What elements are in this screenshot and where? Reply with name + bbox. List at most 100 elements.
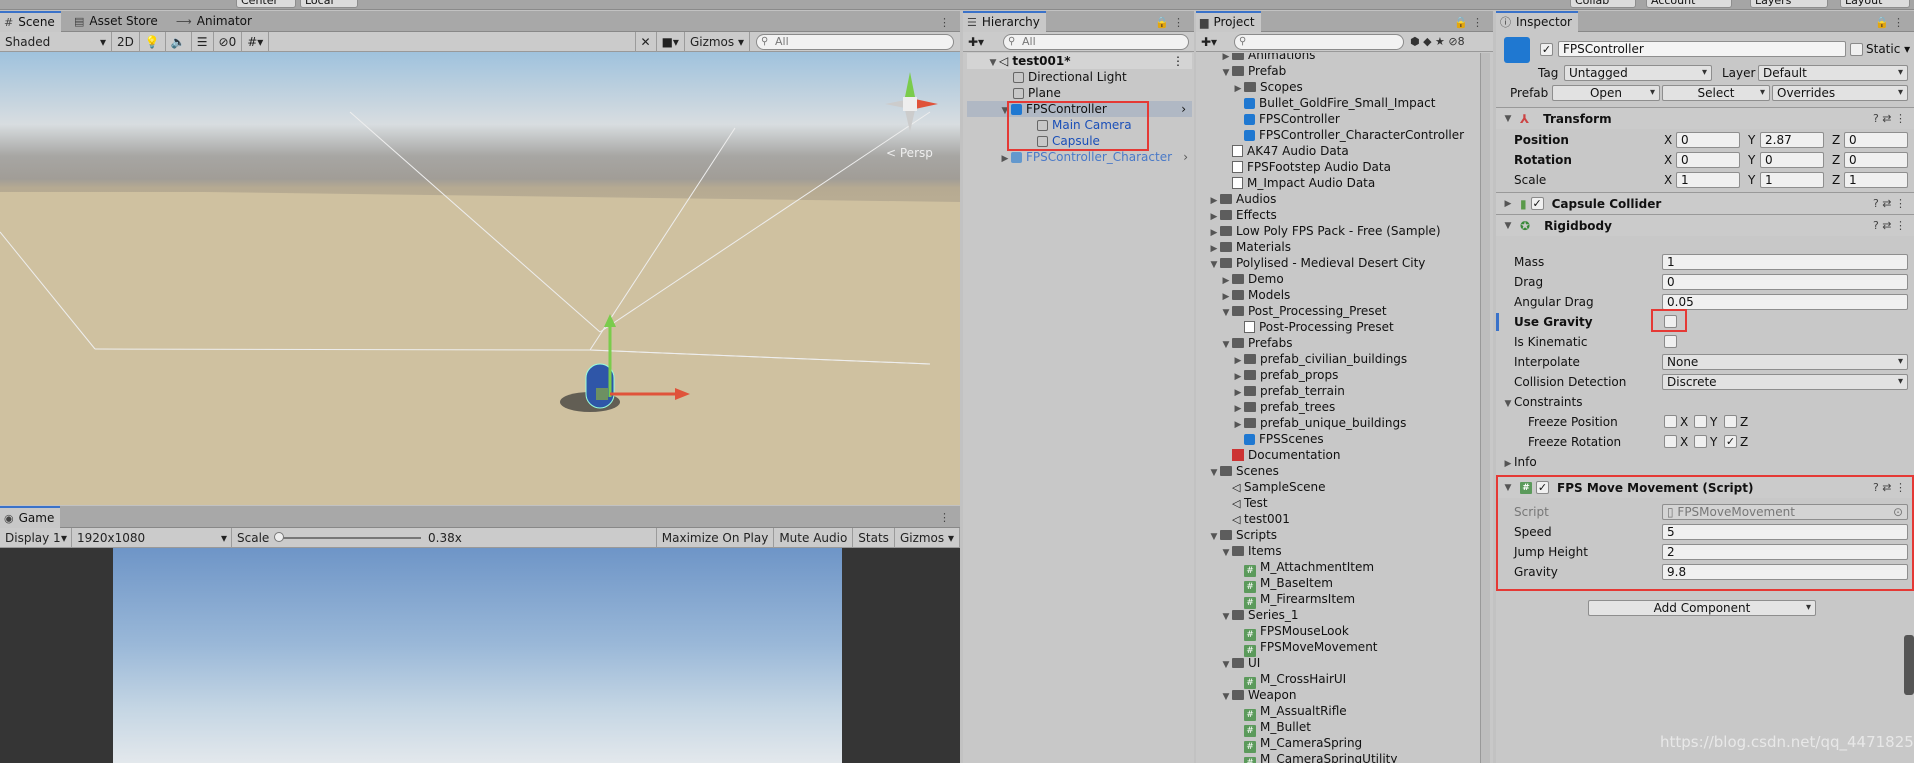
add-component-button[interactable]: Add Component [1588, 600, 1816, 616]
project-item[interactable]: ▶ Demo [1220, 271, 1284, 287]
hierarchy-item[interactable]: Directional Light [1013, 69, 1127, 85]
mute-audio-toggle[interactable]: Mute Audio [774, 527, 854, 548]
project-item[interactable]: ◁ test001 [1220, 511, 1290, 527]
hidden-objects-toggle[interactable]: ⊘0 [214, 31, 243, 52]
more-options-icon[interactable]: ⋮ [939, 16, 954, 29]
project-item[interactable]: ▼ Polylised - Medieval Desert City [1208, 255, 1426, 271]
scene-root-row[interactable]: ▼ ◁ test001* ⋮ [967, 53, 1192, 69]
expand-arrow-icon[interactable]: ▼ [1220, 689, 1232, 705]
project-item[interactable]: FPSController_CharacterController [1232, 127, 1464, 143]
capsule-collider-header[interactable]: ▶ ▮ ✓ Capsule Collider ? ⇄ ⋮ [1496, 192, 1914, 214]
scene-search-input[interactable]: ⚲ All [756, 33, 954, 50]
scale-y-field[interactable]: 1 [1760, 172, 1824, 188]
collision-detection-dropdown[interactable]: Discrete [1662, 374, 1908, 390]
tab-scene[interactable]: # Scene [0, 11, 61, 32]
component-menu-icon[interactable]: ? ⇄ ⋮ [1873, 197, 1906, 210]
interpolate-dropdown[interactable]: None [1662, 354, 1908, 370]
tab-hierarchy[interactable]: ☰ Hierarchy [963, 11, 1046, 32]
freeze-rot-x-checkbox[interactable] [1664, 435, 1677, 448]
project-item[interactable]: FPSFootstep Audio Data [1220, 159, 1391, 175]
project-scrollbar[interactable] [1480, 53, 1490, 763]
project-item[interactable]: ▼ Scripts [1208, 527, 1278, 543]
shading-mode-dropdown[interactable]: Shaded ▾ [0, 31, 112, 52]
orientation-gizmo[interactable] [880, 62, 940, 132]
is-kinematic-checkbox[interactable] [1664, 335, 1677, 348]
create-dropdown[interactable]: ✚▾ [1196, 32, 1222, 52]
expand-arrow-icon[interactable]: ▼ [1220, 65, 1232, 81]
freeze-pos-x-checkbox[interactable] [1664, 415, 1677, 428]
project-item[interactable]: FPSController [1232, 111, 1340, 127]
angular-drag-field[interactable]: 0.05 [1662, 294, 1908, 310]
resolution-dropdown[interactable]: 1920x1080 ▾ [72, 527, 232, 548]
freeze-rot-y-checkbox[interactable] [1694, 435, 1707, 448]
hierarchy-item[interactable]: ▶ FPSController_Character › [999, 149, 1192, 165]
tab-project[interactable]: ▆ Project [1196, 11, 1261, 32]
collab-button[interactable]: Collab [1570, 0, 1636, 8]
more-options-icon[interactable]: ⋮ [939, 511, 954, 524]
layers-button[interactable]: Layers [1750, 0, 1828, 8]
project-item[interactable]: # M_AssualtRifle [1232, 703, 1347, 721]
layer-dropdown[interactable]: Default [1758, 65, 1908, 81]
project-item[interactable]: Documentation [1220, 447, 1341, 463]
project-item[interactable]: ▼ Prefabs [1220, 335, 1293, 351]
project-item[interactable]: ▶ Audios [1208, 191, 1277, 207]
project-item[interactable]: ▼ Series_1 [1220, 607, 1299, 623]
game-viewport[interactable] [113, 548, 842, 763]
project-item[interactable]: # M_AttachmentItem [1232, 559, 1374, 577]
scale-z-field[interactable]: 1 [1844, 172, 1908, 188]
freeze-pos-z-checkbox[interactable] [1724, 415, 1737, 428]
scale-x-field[interactable]: 1 [1676, 172, 1740, 188]
project-item[interactable]: Post-Processing Preset [1232, 319, 1394, 335]
active-checkbox[interactable]: ✓ [1540, 43, 1553, 56]
project-item[interactable]: M_Impact Audio Data [1220, 175, 1375, 191]
project-item[interactable]: # M_BaseItem [1232, 575, 1333, 593]
project-item[interactable]: # FPSMouseLook [1232, 623, 1349, 641]
project-item[interactable]: # M_CameraSpringUtility [1232, 751, 1397, 763]
constraints-foldout[interactable]: ▼ Constraints [1502, 394, 1583, 410]
component-menu-icon[interactable]: ? ⇄ ⋮ [1873, 219, 1906, 232]
tag-dropdown[interactable]: Untagged [1564, 65, 1712, 81]
camera-icon[interactable]: ■▾ [657, 31, 685, 52]
effects-icon[interactable]: ☰ [192, 31, 214, 52]
stats-toggle[interactable]: Stats [853, 527, 895, 548]
project-item[interactable]: AK47 Audio Data [1220, 143, 1349, 159]
component-menu-icon[interactable]: ? ⇄ ⋮ [1873, 112, 1906, 125]
expand-arrow-icon[interactable]: ▼ [1220, 609, 1232, 625]
project-item[interactable]: ▼ UI [1220, 655, 1261, 671]
display-dropdown[interactable]: Display 1 ▾ [0, 527, 72, 548]
mass-field[interactable]: 1 [1662, 254, 1908, 270]
pivot-local-button[interactable]: Local [300, 0, 358, 8]
expand-arrow-icon[interactable]: ▼ [1220, 545, 1232, 561]
rigidbody-header[interactable]: ▼ ✪ Rigidbody ? ⇄ ⋮ [1496, 214, 1914, 236]
project-item[interactable]: ▶ prefab_trees [1232, 399, 1336, 415]
project-item[interactable]: ▶ Effects [1208, 207, 1277, 223]
expand-arrow-icon[interactable]: ▼ [1208, 465, 1220, 481]
expand-arrow-icon[interactable]: ▼ [1220, 305, 1232, 321]
tab-game[interactable]: ◉ Game [0, 506, 61, 528]
layout-button[interactable]: Layout [1840, 0, 1910, 8]
lock-icon[interactable]: 🔒⋮ [1155, 16, 1188, 29]
project-item[interactable]: ▼ Post_Processing_Preset [1220, 303, 1387, 319]
mode-2d-button[interactable]: 2D [112, 31, 140, 52]
audio-icon[interactable]: 🔈 [166, 31, 192, 52]
tab-inspector[interactable]: ⓘ Inspector [1496, 11, 1578, 32]
project-item[interactable]: FPSScenes [1232, 431, 1324, 447]
filter-icons[interactable]: ⬢ ◆ ★ ⊘8 [1410, 35, 1465, 48]
maximize-on-play-toggle[interactable]: Maximize On Play [655, 527, 775, 548]
lock-icon[interactable]: 🔒⋮ [1875, 16, 1908, 29]
prefab-open-button[interactable]: Open [1552, 85, 1660, 101]
project-item[interactable]: ◁ SampleScene [1220, 479, 1326, 495]
account-button[interactable]: Account [1646, 0, 1732, 8]
tools-icon[interactable]: ✕ [634, 31, 657, 52]
position-x-field[interactable]: 0 [1676, 132, 1740, 148]
project-item[interactable]: # M_Bullet [1232, 719, 1311, 737]
prefab-overrides-dropdown[interactable]: Overrides [1772, 85, 1908, 101]
project-item[interactable]: # M_CrossHairUI [1232, 671, 1346, 689]
static-checkbox[interactable] [1850, 43, 1863, 56]
project-item[interactable]: # M_FirearmsItem [1232, 591, 1355, 609]
rotation-x-field[interactable]: 0 [1676, 152, 1740, 168]
gizmos-dropdown[interactable]: Gizmos ▾ [685, 31, 750, 52]
project-item[interactable]: ▼ Prefab [1220, 63, 1287, 81]
project-item[interactable]: ▼ Items [1220, 543, 1282, 559]
project-item[interactable]: Bullet_GoldFire_Small_Impact [1232, 95, 1435, 111]
